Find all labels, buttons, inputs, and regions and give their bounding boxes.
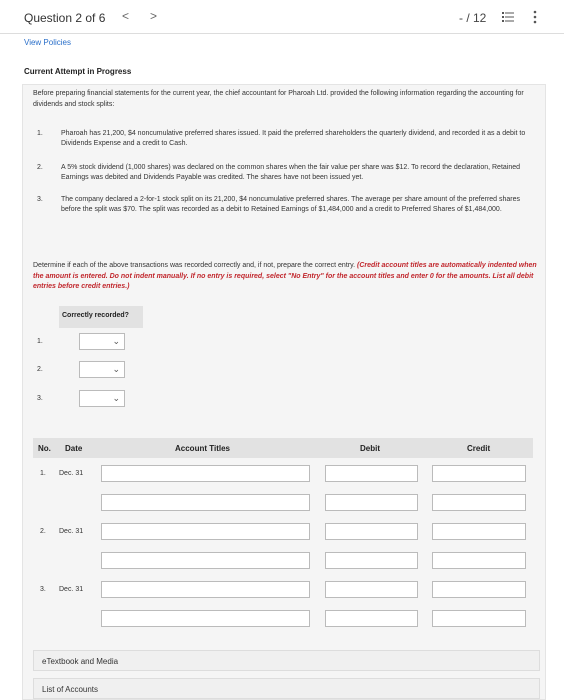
account-title-input[interactable]	[101, 494, 310, 511]
item-number: 2.	[37, 164, 43, 171]
credit-input[interactable]	[432, 465, 526, 482]
score-display: - / 12	[459, 11, 487, 25]
entry-date: Dec. 31	[59, 586, 84, 593]
account-title-input[interactable]	[101, 610, 310, 627]
entry-number: 1.	[40, 470, 46, 477]
account-title-input[interactable]	[101, 552, 310, 569]
header-debit: Debit	[360, 444, 380, 453]
instructions-text: Determine if each of the above transacti…	[33, 262, 357, 269]
instructions: Determine if each of the above transacti…	[33, 261, 537, 293]
credit-input[interactable]	[432, 610, 526, 627]
attempt-status: Current Attempt in Progress	[24, 67, 132, 76]
debit-input[interactable]	[325, 581, 418, 598]
view-policies-link[interactable]: View Policies	[24, 38, 71, 47]
question-counter: Question 2 of 6	[24, 11, 106, 25]
correctly-recorded-select-2[interactable]: ⌄	[79, 361, 125, 378]
more-vertical-icon[interactable]	[533, 10, 537, 24]
entry-number: 2.	[40, 528, 46, 535]
list-of-accounts-button[interactable]: List of Accounts	[33, 678, 540, 699]
etextbook-media-button[interactable]: eTextbook and Media	[33, 650, 540, 671]
correctly-recorded-header: Correctly recorded?	[59, 306, 143, 328]
chevron-down-icon: ⌄	[112, 393, 120, 403]
account-title-input[interactable]	[101, 581, 310, 598]
next-question-button[interactable]: >	[150, 9, 157, 23]
header-account-titles: Account Titles	[175, 444, 230, 453]
account-title-input[interactable]	[101, 465, 310, 482]
cr-row-number: 1.	[37, 338, 43, 345]
list-icon[interactable]	[502, 12, 514, 22]
question-intro: Before preparing financial statements fo…	[33, 90, 524, 108]
cr-row-number: 3.	[37, 395, 43, 402]
debit-input[interactable]	[325, 610, 418, 627]
chevron-down-icon: ⌄	[112, 364, 120, 374]
credit-input[interactable]	[432, 552, 526, 569]
credit-input[interactable]	[432, 523, 526, 540]
correctly-recorded-select-1[interactable]: ⌄	[79, 333, 125, 350]
header-credit: Credit	[467, 444, 491, 453]
header-no: No.	[38, 444, 51, 453]
credit-input[interactable]	[432, 494, 526, 511]
entry-number: 3.	[40, 586, 46, 593]
top-bar: Question 2 of 6 < > - / 12	[0, 0, 564, 34]
debit-input[interactable]	[325, 552, 418, 569]
journal-table-header: No. Date Account Titles Debit Credit	[33, 438, 533, 458]
entry-date: Dec. 31	[59, 470, 84, 477]
item-number: 3.	[37, 196, 43, 203]
debit-input[interactable]	[325, 523, 418, 540]
item-text: A 5% stock dividend (1,000 shares) was d…	[61, 164, 521, 181]
item-number: 1.	[37, 130, 43, 137]
correctly-recorded-select-3[interactable]: ⌄	[79, 390, 125, 407]
chevron-down-icon: ⌄	[112, 336, 120, 346]
debit-input[interactable]	[325, 465, 418, 482]
item-text: The company declared a 2-for-1 stock spl…	[61, 196, 521, 213]
item-text: Pharoah has 21,200, $4 noncumulative pre…	[61, 130, 526, 147]
credit-input[interactable]	[432, 581, 526, 598]
cr-row-number: 2.	[37, 366, 43, 373]
header-date: Date	[65, 444, 83, 453]
entry-date: Dec. 31	[59, 528, 84, 535]
debit-input[interactable]	[325, 494, 418, 511]
account-title-input[interactable]	[101, 523, 310, 540]
previous-question-button[interactable]: <	[122, 9, 129, 23]
